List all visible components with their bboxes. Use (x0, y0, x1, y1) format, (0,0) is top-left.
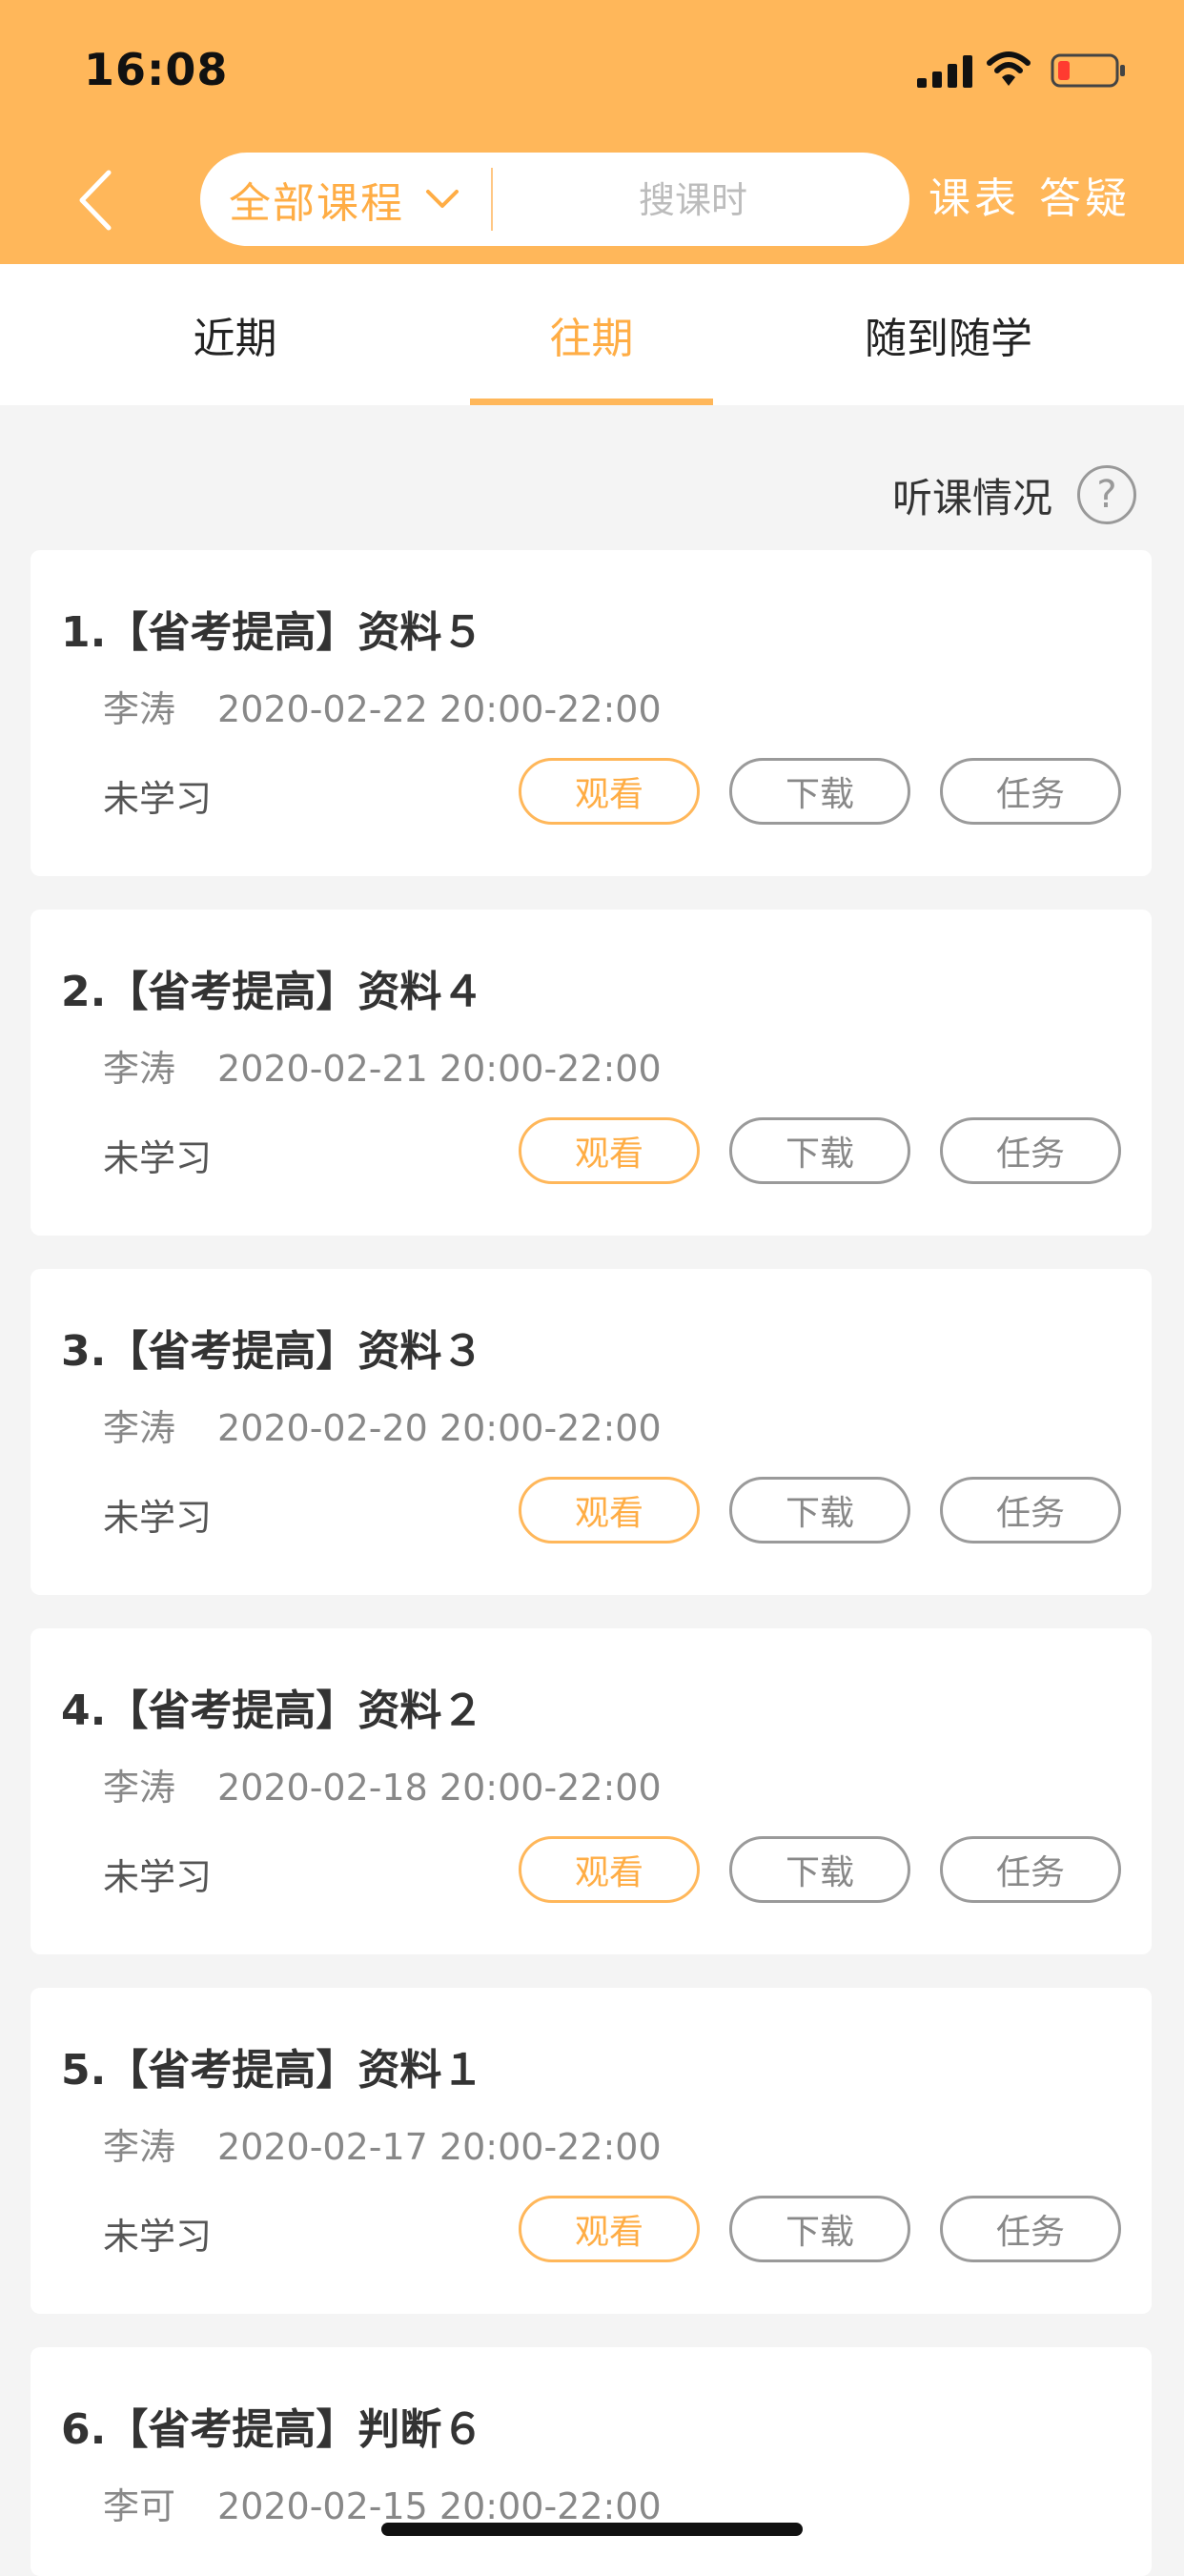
lesson-card: 5.【省考提高】资料１ 李涛 2020-02-17 20:00-22:00 未学习… (31, 1988, 1152, 2314)
lesson-teacher: 李可 (103, 2485, 176, 2527)
lesson-status: 未学习 (103, 1856, 213, 1898)
watch-button[interactable]: 观看 (519, 758, 700, 825)
lesson-meta: 李涛 2020-02-22 20:00-22:00 (103, 680, 662, 732)
status-time: 16:08 (84, 44, 229, 95)
lesson-card: 3.【省考提高】资料３ 李涛 2020-02-20 20:00-22:00 未学习… (31, 1269, 1152, 1595)
active-tab-indicator (470, 399, 713, 405)
download-button[interactable]: 下载 (729, 1117, 910, 1184)
lesson-meta: 李涛 2020-02-21 20:00-22:00 (103, 1039, 662, 1092)
lesson-time: 2020-02-21 20:00-22:00 (217, 1048, 662, 1090)
wifi-icon (987, 51, 1031, 86)
lesson-time: 2020-02-22 20:00-22:00 (217, 688, 662, 730)
course-filter-label: 全部课程 (229, 179, 404, 228)
lesson-meta: 李涛 2020-02-20 20:00-22:00 (103, 1399, 662, 1451)
battery-icon (1051, 53, 1125, 88)
lesson-status: 未学习 (103, 1497, 213, 1539)
download-button[interactable]: 下载 (729, 1477, 910, 1544)
back-button[interactable] (57, 162, 133, 238)
nav-row: 全部课程 课表 答疑 (0, 153, 1184, 248)
chevron-left-icon (79, 170, 112, 231)
attendance-row[interactable]: 听课情况 ? (892, 461, 1136, 528)
search-bar: 全部课程 (200, 153, 909, 248)
lesson-teacher: 李涛 (103, 1407, 176, 1449)
tab-recent[interactable]: 近期 (0, 264, 470, 405)
status-icons (917, 50, 1136, 90)
app-header: 16:08 全部课程 搜课时 课表 答疑 (0, 0, 1184, 264)
lesson-title: 3.【省考提高】资料３ (61, 1327, 484, 1376)
task-button[interactable]: 任务 (940, 1117, 1121, 1184)
lesson-card: 2.【省考提高】资料４ 李涛 2020-02-21 20:00-22:00 未学习… (31, 910, 1152, 1236)
lesson-time: 2020-02-17 20:00-22:00 (217, 2126, 662, 2168)
lesson-title: 4.【省考提高】资料２ (61, 1687, 484, 1735)
lesson-meta: 李涛 2020-02-17 20:00-22:00 (103, 2117, 662, 2170)
watch-button[interactable]: 观看 (519, 2196, 700, 2262)
lesson-teacher: 李涛 (103, 1048, 176, 1090)
download-button[interactable]: 下载 (729, 2196, 910, 2262)
lesson-card: 1.【省考提高】资料５ 李涛 2020-02-22 20:00-22:00 未学习… (31, 550, 1152, 876)
lesson-card: 6.【省考提高】判断６ 李可 2020-02-15 20:00-22:00 (31, 2347, 1152, 2576)
tab-past[interactable]: 往期 (470, 264, 713, 405)
search-divider (491, 168, 493, 231)
task-button[interactable]: 任务 (940, 1477, 1121, 1544)
lesson-meta: 李涛 2020-02-18 20:00-22:00 (103, 1758, 662, 1810)
search-input[interactable] (505, 153, 881, 248)
task-button[interactable]: 任务 (940, 1836, 1121, 1903)
watch-button[interactable]: 观看 (519, 1477, 700, 1544)
lesson-time: 2020-02-20 20:00-22:00 (217, 1407, 662, 1449)
qa-link[interactable]: 答疑 (1039, 164, 1131, 225)
chevron-down-icon (425, 182, 459, 216)
download-button[interactable]: 下载 (729, 758, 910, 825)
download-button[interactable]: 下载 (729, 1836, 910, 1903)
watch-button[interactable]: 观看 (519, 1117, 700, 1184)
lesson-title: 2.【省考提高】资料４ (61, 968, 484, 1016)
lesson-time: 2020-02-18 20:00-22:00 (217, 1767, 662, 1809)
lesson-teacher: 李涛 (103, 1767, 176, 1809)
task-button[interactable]: 任务 (940, 2196, 1121, 2262)
watch-button[interactable]: 观看 (519, 1836, 700, 1903)
home-indicator (381, 2523, 803, 2536)
task-button[interactable]: 任务 (940, 758, 1121, 825)
lesson-title: 1.【省考提高】资料５ (61, 608, 484, 657)
question-circle-icon[interactable]: ? (1077, 465, 1136, 524)
tab-bar: 近期 往期 随到随学 (0, 264, 1184, 405)
schedule-link[interactable]: 课表 (929, 164, 1020, 225)
lesson-teacher: 李涛 (103, 688, 176, 730)
lesson-title: 5.【省考提高】资料１ (61, 2046, 484, 2095)
lesson-meta: 李可 2020-02-15 20:00-22:00 (103, 2477, 662, 2529)
attendance-label: 听课情况 (891, 474, 1052, 521)
lesson-status: 未学习 (103, 778, 213, 820)
status-bar: 16:08 (0, 0, 1184, 143)
tab-anytime[interactable]: 随到随学 (713, 264, 1184, 405)
signal-icon (917, 55, 972, 88)
course-filter-dropdown[interactable]: 全部课程 (229, 153, 459, 246)
lesson-teacher: 李涛 (103, 2126, 176, 2168)
lesson-status: 未学习 (103, 2216, 213, 2258)
lesson-card: 4.【省考提高】资料２ 李涛 2020-02-18 20:00-22:00 未学习… (31, 1628, 1152, 1954)
lesson-time: 2020-02-15 20:00-22:00 (217, 2485, 662, 2527)
lesson-status: 未学习 (103, 1137, 213, 1179)
lesson-title: 6.【省考提高】判断６ (61, 2405, 484, 2454)
